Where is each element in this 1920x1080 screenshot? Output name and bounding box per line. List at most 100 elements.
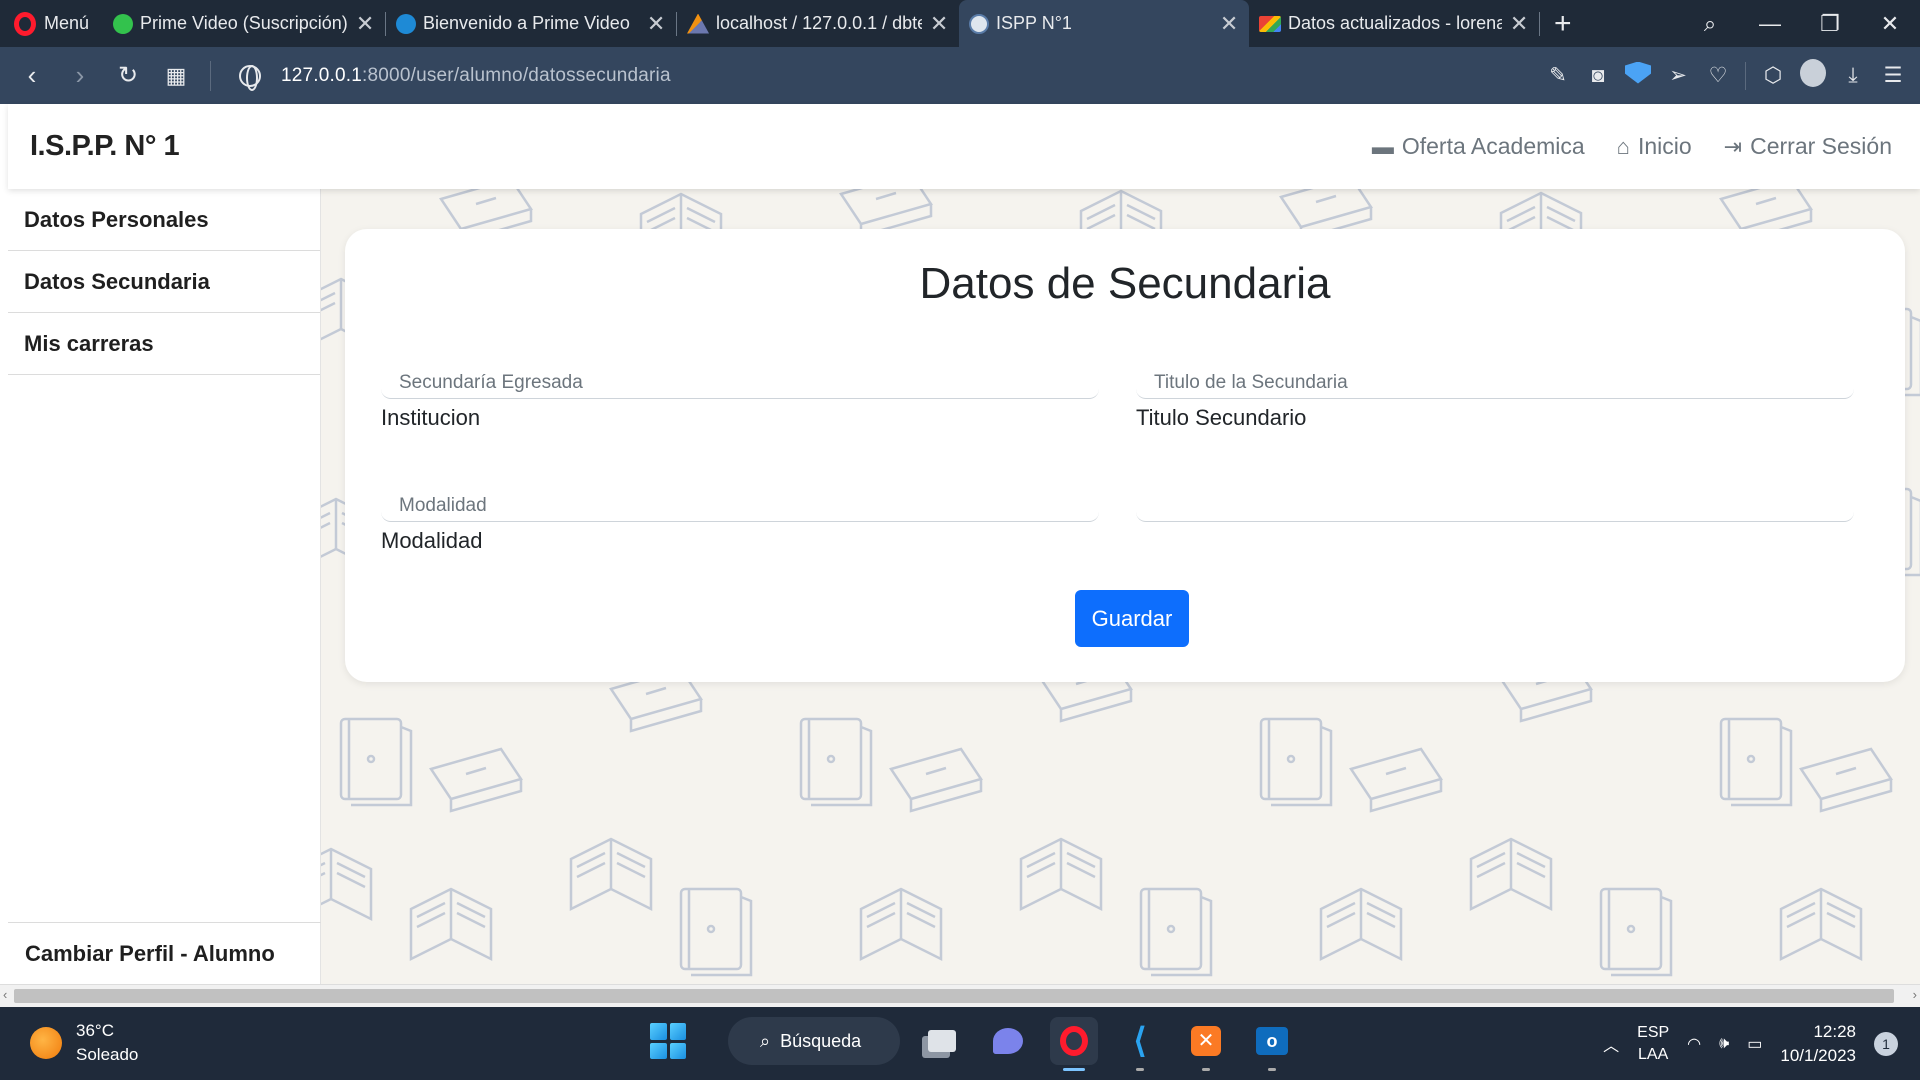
logout-link[interactable]: ⇥ Cerrar Sesión: [1724, 133, 1892, 160]
oferta-academica-link[interactable]: ▬ Oferta Academica: [1372, 133, 1585, 160]
logout-icon: ⇥: [1723, 133, 1743, 159]
sidebar-item-label: Datos Personales: [24, 206, 209, 232]
browser-address-bar: ‹ › ↻ ▦ 127.0.0.1:8000/user/alumno/datos…: [0, 47, 1920, 104]
clock-date: 10/1/2023: [1780, 1045, 1856, 1065]
inicio-link[interactable]: ⌂ Inicio: [1617, 133, 1692, 160]
secundaria-field[interactable]: [381, 349, 1099, 399]
scroll-left-icon[interactable]: ‹: [3, 987, 7, 1002]
taskbar-search-label: Búsqueda: [780, 1030, 862, 1051]
web-page: I.S.P.P. N° 1 ▬ Oferta Academica ⌂ Inici…: [8, 104, 1920, 984]
close-window-icon[interactable]: ✕: [1860, 11, 1920, 37]
battery-icon[interactable]: ▭: [1747, 1034, 1762, 1054]
taskbar-search[interactable]: ⌕ Búsqueda: [728, 1017, 900, 1065]
prime-video-icon: [113, 13, 134, 34]
close-icon[interactable]: ✕: [1219, 11, 1239, 37]
modalidad-field[interactable]: [381, 472, 1099, 522]
weather-condition: Soleado: [76, 1045, 139, 1064]
browser-tab[interactable]: Bienvenido a Prime Video ✕: [386, 0, 676, 47]
vscode-icon[interactable]: ⟨: [1116, 1017, 1164, 1071]
system-tray: ︿ ESP LAA ◠ 🕪 ▭ 12:28 10/1/2023 1: [1603, 1007, 1920, 1080]
close-icon[interactable]: ✕: [355, 11, 375, 37]
teams-chat-icon[interactable]: [984, 1017, 1032, 1065]
camera-icon[interactable]: ◙: [1585, 64, 1611, 88]
opera-menu-button[interactable]: Menú: [0, 0, 103, 47]
close-icon[interactable]: ✕: [646, 11, 666, 37]
back-arrow-icon[interactable]: ‹: [8, 60, 56, 91]
tab-title: Datos actualizados - lorena: [1288, 13, 1503, 33]
top-nav-links: ▬ Oferta Academica ⌂ Inicio ⇥ Cerrar Ses…: [1372, 133, 1892, 160]
clock[interactable]: 12:28 10/1/2023: [1780, 1020, 1856, 1068]
browser-tab[interactable]: localhost / 127.0.0.1 / dbter ✕: [677, 0, 959, 47]
opera-menu-label: Menú: [44, 13, 90, 33]
wifi-icon[interactable]: ◠: [1687, 1034, 1701, 1054]
url-field[interactable]: 127.0.0.1:8000/user/alumno/datossecundar…: [281, 65, 671, 87]
weather-widget[interactable]: 36°C Soleado: [30, 1019, 138, 1067]
sidebar-item-label: Mis carreras: [24, 330, 154, 356]
extra-field[interactable]: [1136, 472, 1854, 522]
easy-setup-icon[interactable]: ☰: [1880, 63, 1906, 88]
scrollbar-thumb[interactable]: [14, 989, 1894, 1003]
guardar-button[interactable]: Guardar: [1075, 590, 1189, 647]
sidebar-item-label: Datos Secundaria: [24, 268, 210, 294]
brand-title[interactable]: I.S.P.P. N° 1: [30, 130, 180, 163]
send-icon[interactable]: ➢: [1665, 63, 1691, 88]
browser-tab-strip: Menú Prime Video (Suscripción) - ✕ Bienv…: [0, 0, 1920, 47]
notification-badge[interactable]: 1: [1874, 1031, 1898, 1056]
minimize-icon[interactable]: —: [1740, 11, 1800, 37]
tab-grid-icon[interactable]: ▦: [152, 63, 200, 89]
outlook-icon[interactable]: o: [1248, 1017, 1296, 1071]
extensions-cube-icon[interactable]: ⬡: [1760, 63, 1786, 88]
windows-start-icon[interactable]: [650, 1023, 686, 1059]
close-icon[interactable]: ✕: [1509, 11, 1529, 37]
institucion-label: Institucion: [381, 405, 481, 430]
xampp-icon[interactable]: ✕: [1182, 1017, 1230, 1071]
sidebar-item-datos-personales[interactable]: Datos Personales: [8, 189, 320, 251]
url-path: :8000/user/alumno/datossecundaria: [362, 64, 671, 86]
vpn-shield-icon[interactable]: [1625, 61, 1651, 90]
sidebar-item-datos-secundaria[interactable]: Datos Secundaria: [8, 251, 320, 313]
task-view-icon[interactable]: [918, 1017, 966, 1065]
top-navbar: I.S.P.P. N° 1 ▬ Oferta Academica ⌂ Inici…: [8, 104, 1920, 189]
phpmyadmin-icon: [687, 13, 710, 34]
browser-tab[interactable]: Datos actualizados - lorena ✕: [1249, 0, 1539, 47]
download-icon[interactable]: ⤓: [1840, 64, 1866, 88]
prime-video-icon: [396, 13, 417, 34]
ispp-icon: [969, 13, 990, 34]
profile-avatar-icon[interactable]: [1800, 58, 1826, 93]
titulo-field[interactable]: [1136, 349, 1854, 399]
extra-input[interactable]: [1136, 472, 1854, 521]
horizontal-scrollbar[interactable]: ‹ ›: [0, 984, 1920, 1007]
sun-icon: [30, 1027, 62, 1059]
browser-tab-active[interactable]: ISPP N°1 ✕: [959, 0, 1250, 47]
secundaria-input[interactable]: [381, 349, 1099, 398]
close-icon[interactable]: ✕: [929, 11, 949, 37]
temperature: 36°C: [76, 1021, 114, 1040]
globe-icon[interactable]: [239, 64, 261, 91]
modalidad-input[interactable]: [381, 472, 1099, 521]
form-card: Datos de Secundaria Institucion Titulo S…: [345, 229, 1905, 682]
language-indicator[interactable]: ESP LAA: [1637, 1022, 1669, 1066]
opera-browser-icon[interactable]: [1050, 1017, 1098, 1071]
modalidad-label: Modalidad: [381, 528, 483, 553]
search-tabs-icon[interactable]: ⌕: [1680, 11, 1740, 37]
opera-logo-icon: [14, 11, 36, 36]
edit-share-icon[interactable]: ✎: [1545, 63, 1571, 88]
chevron-up-icon[interactable]: ︿: [1603, 1032, 1619, 1056]
titulo-input[interactable]: [1136, 349, 1854, 398]
restore-icon[interactable]: ❐: [1800, 11, 1860, 37]
sidebar-item-mis-carreras[interactable]: Mis carreras: [8, 313, 320, 375]
browser-tab[interactable]: Prime Video (Suscripción) - ✕: [103, 0, 385, 47]
titulo-label: Titulo Secundario: [1136, 405, 1307, 430]
volume-icon[interactable]: 🕪: [1719, 1035, 1729, 1053]
logout-label: Cerrar Sesión: [1750, 133, 1892, 159]
cambiar-perfil-link[interactable]: Cambiar Perfil - Alumno: [8, 922, 321, 984]
cambiar-perfil-label: Cambiar Perfil - Alumno: [25, 940, 275, 966]
scroll-right-icon[interactable]: ›: [1913, 987, 1917, 1002]
new-tab-plus-icon[interactable]: +: [1540, 7, 1586, 41]
heart-icon[interactable]: ♡: [1705, 63, 1731, 88]
forward-arrow-icon[interactable]: ›: [56, 60, 104, 91]
reload-icon[interactable]: ↻: [104, 61, 152, 90]
inicio-label: Inicio: [1637, 133, 1692, 159]
clock-time: 12:28: [1813, 1021, 1856, 1041]
tab-title: Prime Video (Suscripción) -: [140, 13, 349, 33]
